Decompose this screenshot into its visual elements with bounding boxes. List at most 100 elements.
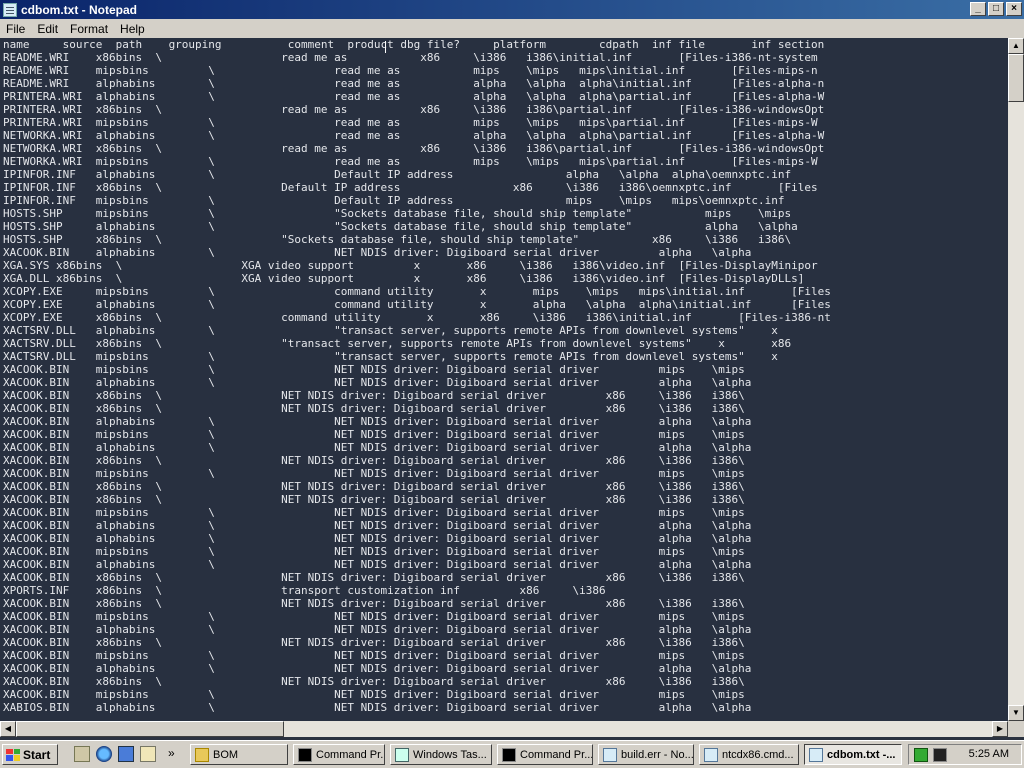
text-line: NETWORKA.WRI alphabins \ read me as alph… [3, 129, 825, 142]
scrollbar-corner [1008, 721, 1024, 737]
text-line: NETWORKA.WRI mipsbins \ read me as mips … [3, 155, 818, 168]
text-line: XACOOK.BIN mipsbins \ NET NDIS driver: D… [3, 545, 745, 558]
text-line: XACOOK.BIN alphabins \ NET NDIS driver: … [3, 519, 752, 532]
notepad-icon [3, 2, 17, 17]
menu-format[interactable]: Format [64, 22, 114, 36]
task-ntcdx86[interactable]: ntcdx86.cmd... [699, 744, 799, 765]
task-command-prompt-1[interactable]: Command Pr... [293, 744, 385, 765]
system-tray: 5:25 AM [908, 744, 1022, 765]
text-line: XACOOK.BIN alphabins \ NET NDIS driver: … [3, 662, 752, 675]
text-line: XACOOK.BIN mipsbins \ NET NDIS driver: D… [3, 649, 745, 662]
text-line: XACOOK.BIN alphabins \ NET NDIS driver: … [3, 415, 752, 428]
text-line: XACOOK.BIN x86bins \ NET NDIS driver: Di… [3, 480, 745, 493]
text-line: XGA.SYS x86bins \ XGA video support x x8… [3, 259, 818, 272]
text-line: XACOOK.BIN alphabins \ NET NDIS driver: … [3, 246, 752, 259]
text-line: XACOOK.BIN mipsbins \ NET NDIS driver: D… [3, 688, 745, 701]
window-title: cdbom.txt - Notepad [21, 2, 137, 17]
text-line: XACOOK.BIN x86bins \ NET NDIS driver: Di… [3, 675, 745, 688]
text-line: XGA.DLL x86bins \ XGA video support x x8… [3, 272, 805, 285]
text-line: XACOOK.BIN x86bins \ NET NDIS driver: Di… [3, 597, 745, 610]
text-cursor [385, 41, 386, 53]
text-line: XACTSRV.DLL mipsbins \ "transact server,… [3, 350, 778, 363]
minimize-button[interactable]: _ [970, 2, 986, 16]
scroll-left-arrow-icon[interactable]: ◀ [0, 721, 16, 737]
start-label: Start [23, 747, 51, 762]
text-line: name source path grouping comment produc… [3, 38, 825, 51]
maximize-button[interactable]: □ [988, 2, 1004, 16]
notepad-icon [603, 747, 617, 762]
network-icon[interactable] [914, 748, 928, 762]
text-line: XACOOK.BIN alphabins \ NET NDIS driver: … [3, 441, 752, 454]
menu-bar: File Edit Format Help [0, 19, 1024, 38]
scroll-down-arrow-icon[interactable]: ▼ [1008, 705, 1024, 721]
command-prompt-icon [502, 747, 516, 762]
text-line: XACOOK.BIN x86bins \ NET NDIS driver: Di… [3, 454, 745, 467]
command-prompt-icon [298, 747, 312, 762]
text-line: XACOOK.BIN alphabins \ NET NDIS driver: … [3, 623, 752, 636]
text-line: README.WRI x86bins \ read me as x86 \i38… [3, 51, 818, 64]
clock: 5:25 AM [968, 748, 1009, 760]
vertical-scroll-thumb[interactable] [1008, 54, 1024, 102]
horizontal-scrollbar[interactable]: ◀ ▶ [0, 721, 1008, 737]
folder-icon [195, 747, 209, 762]
search-icon[interactable] [140, 746, 156, 762]
menu-file[interactable]: File [0, 22, 31, 36]
text-line: XACOOK.BIN alphabins \ NET NDIS driver: … [3, 376, 752, 389]
taskbar: Start » BOM Command Pr... Windows Tas...… [0, 740, 1024, 768]
text-line: HOSTS.SHP mipsbins \ "Sockets database f… [3, 207, 792, 220]
text-line: XACOOK.BIN mipsbins \ NET NDIS driver: D… [3, 506, 745, 519]
monitor-icon[interactable] [933, 748, 947, 762]
text-line: NETWORKA.WRI x86bins \ read me as x86 \i… [3, 142, 825, 155]
text-editor[interactable]: name source path grouping comment produc… [0, 38, 1008, 721]
task-manager-icon [395, 747, 409, 762]
text-line: XPORTS.INF x86bins \ transport customiza… [3, 584, 606, 597]
text-line: XACOOK.BIN mipsbins \ NET NDIS driver: D… [3, 610, 745, 623]
text-line: IPINFOR.INF alphabins \ Default IP addre… [3, 168, 792, 181]
text-line: XACOOK.BIN alphabins \ NET NDIS driver: … [3, 532, 752, 545]
text-line: XACTSRV.DLL alphabins \ "transact server… [3, 324, 778, 337]
task-cdbom[interactable]: cdbom.txt -... [804, 744, 902, 765]
scroll-up-arrow-icon[interactable]: ▲ [1008, 38, 1024, 54]
text-line: PRINTERA.WRI mipsbins \ read me as mips … [3, 116, 818, 129]
text-line: XCOPY.EXE alphabins \ command utility x … [3, 298, 831, 311]
menu-edit[interactable]: Edit [31, 22, 64, 36]
text-line: XACTSRV.DLL x86bins \ "transact server, … [3, 337, 792, 350]
notepad-icon [704, 747, 718, 762]
text-line: XACOOK.BIN x86bins \ NET NDIS driver: Di… [3, 389, 745, 402]
text-line: XACOOK.BIN x86bins \ NET NDIS driver: Di… [3, 402, 745, 415]
text-line: XACOOK.BIN x86bins \ NET NDIS driver: Di… [3, 493, 745, 506]
task-bom[interactable]: BOM [190, 744, 288, 765]
text-line: HOSTS.SHP alphabins \ "Sockets database … [3, 220, 798, 233]
text-line: XACOOK.BIN mipsbins \ NET NDIS driver: D… [3, 467, 745, 480]
internet-explorer-icon[interactable] [96, 746, 112, 762]
text-line: PRINTERA.WRI alphabins \ read me as alph… [3, 90, 825, 103]
text-line: XACOOK.BIN x86bins \ NET NDIS driver: Di… [3, 571, 745, 584]
start-button[interactable]: Start [2, 744, 58, 765]
title-bar[interactable]: cdbom.txt - Notepad _ □ × [0, 0, 1024, 19]
task-windows-task-manager[interactable]: Windows Tas... [390, 744, 492, 765]
text-line: README.WRI alphabins \ read me as alpha … [3, 77, 825, 90]
text-line: IPINFOR.INF mipsbins \ Default IP addres… [3, 194, 785, 207]
window-controls: _ □ × [970, 2, 1022, 16]
text-line: XABIOS.BIN alphabins \ NET NDIS driver: … [3, 701, 752, 714]
quick-launch-more[interactable]: » [168, 746, 175, 760]
text-line: XACOOK.BIN x86bins \ NET NDIS driver: Di… [3, 636, 745, 649]
task-command-prompt-2[interactable]: Command Pr... [497, 744, 593, 765]
text-line: XACOOK.BIN mipsbins \ NET NDIS driver: D… [3, 428, 745, 441]
close-button[interactable]: × [1006, 2, 1022, 16]
outlook-icon[interactable] [118, 746, 134, 762]
scroll-right-arrow-icon[interactable]: ▶ [992, 721, 1008, 737]
text-line: HOSTS.SHP x86bins \ "Sockets database fi… [3, 233, 792, 246]
notepad-icon [809, 747, 823, 762]
text-line: XCOPY.EXE x86bins \ command utility x x8… [3, 311, 831, 324]
windows-logo-icon [6, 748, 20, 761]
task-build-err[interactable]: build.err - No... [598, 744, 694, 765]
text-line: PRINTERA.WRI x86bins \ read me as x86 \i… [3, 103, 825, 116]
text-line: XCOPY.EXE mipsbins \ command utility x m… [3, 285, 831, 298]
horizontal-scroll-thumb[interactable] [16, 721, 284, 737]
text-line: IPINFOR.INF x86bins \ Default IP address… [3, 181, 818, 194]
text-line: XACOOK.BIN mipsbins \ NET NDIS driver: D… [3, 363, 745, 376]
menu-help[interactable]: Help [114, 22, 151, 36]
vertical-scrollbar[interactable]: ▲ ▼ [1008, 38, 1024, 721]
show-desktop-icon[interactable] [74, 746, 90, 762]
